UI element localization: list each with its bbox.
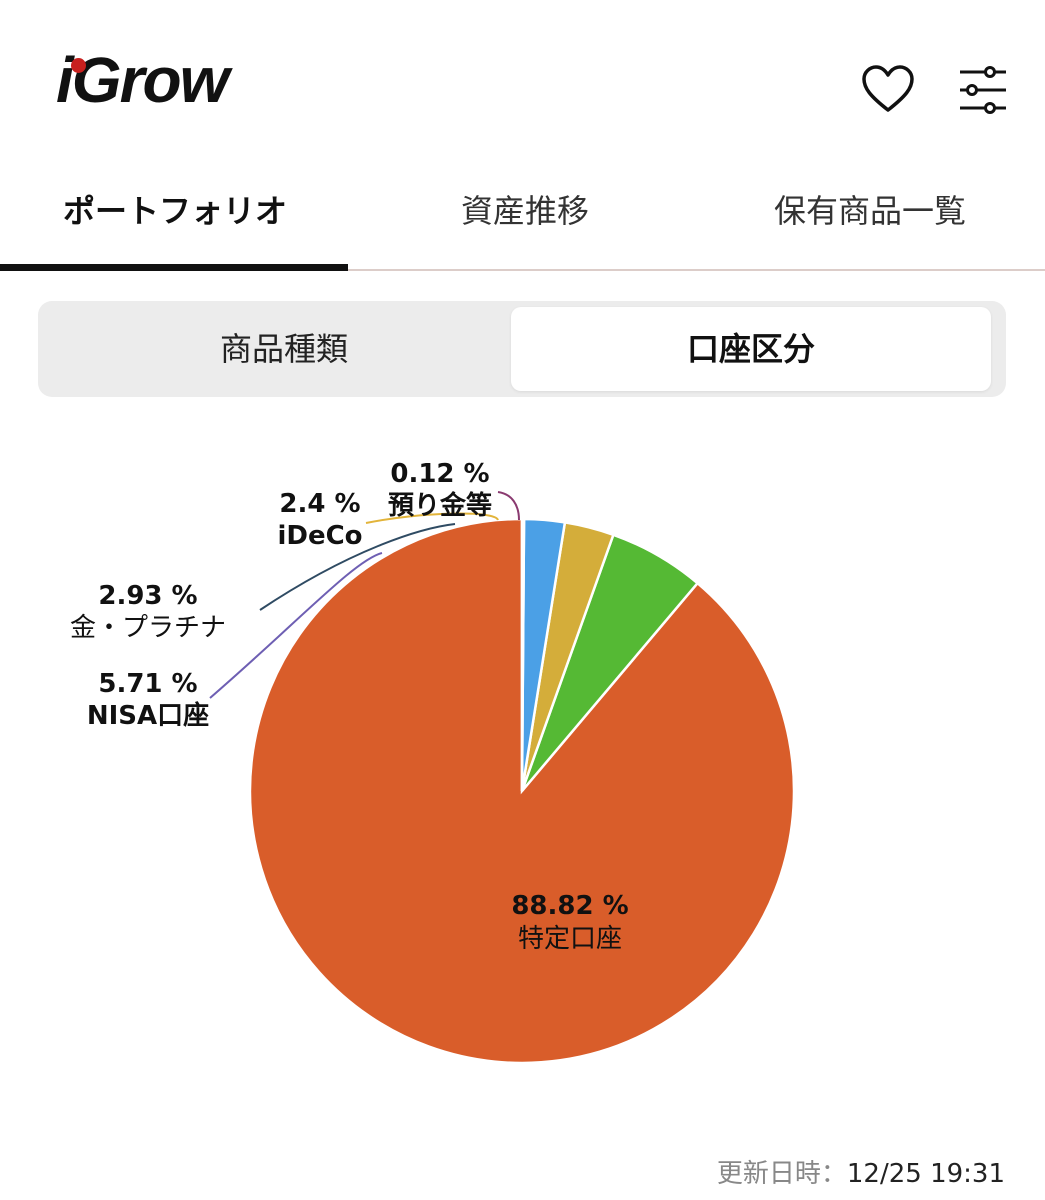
slice-percent-label: 2.4 %	[279, 489, 360, 519]
heart-icon	[862, 65, 914, 112]
last-updated: 更新日時：12/25 19:31	[717, 1153, 1005, 1190]
slice-percent-label: 5.71 %	[98, 669, 197, 699]
last-updated-value: 12/25 19:31	[846, 1159, 1005, 1189]
sliders-icon	[960, 66, 1006, 114]
segmented-control: 商品種類 口座区分	[38, 301, 1006, 397]
slice-name-label: 特定口座	[518, 924, 622, 954]
filter-settings-button[interactable]	[956, 66, 1010, 114]
segment-account-type[interactable]: 口座区分	[511, 307, 991, 391]
slice-percent-label: 2.93 %	[98, 581, 197, 611]
tab-asset-history[interactable]: 資産推移	[380, 186, 670, 236]
app-header: iGrow	[0, 0, 1045, 160]
favorite-button[interactable]	[860, 63, 916, 115]
tab-holdings-list[interactable]: 保有商品一覧	[725, 186, 1015, 236]
tab-divider	[348, 269, 1045, 271]
slice-percent-label: 0.12 %	[390, 459, 489, 489]
active-tab-indicator	[0, 264, 348, 271]
slice-name-label: 金・プラチナ	[70, 613, 226, 643]
slice-name-label: 預り金等	[388, 490, 492, 521]
segment-product-type[interactable]: 商品種類	[44, 307, 524, 391]
last-updated-label: 更新日時：	[716, 1159, 847, 1189]
pie-chart: 88.82 %特定口座 5.71 %NISA口座 2.93 %金・プラチナ 2.4 %…	[70, 459, 796, 1065]
tab-portfolio[interactable]: ポートフォリオ	[30, 186, 320, 236]
logo-dot	[71, 58, 86, 73]
slice-name-label: NISA口座	[87, 700, 209, 731]
app-logo: iGrow	[56, 44, 229, 116]
leader-line	[497, 491, 520, 521]
slice-name-label: iDeCo	[277, 521, 362, 551]
slice-percent-label: 88.82 %	[511, 891, 628, 921]
main-tabs: ポートフォリオ 資産推移 保有商品一覧	[0, 160, 1045, 272]
